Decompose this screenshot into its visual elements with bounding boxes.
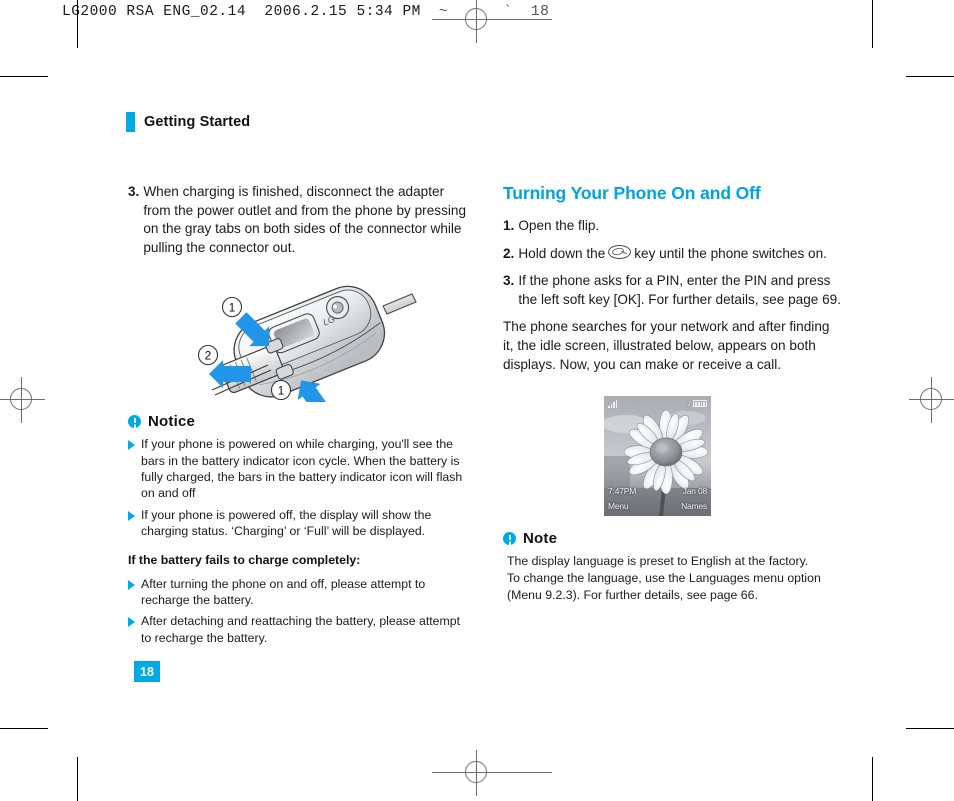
right-column: Turning Your Phone On and Off 1. Open th… — [503, 183, 843, 604]
battery-fail-bullet-list: After turning the phone on and off, plea… — [128, 576, 468, 646]
notice-bullet-text: If your phone is powered on while chargi… — [141, 437, 463, 501]
note-title-label: Note — [523, 530, 558, 548]
exclamation-icon — [128, 415, 141, 429]
power-step-2-number: 2. — [503, 245, 515, 261]
power-step-2-text-after: key until the phone switches on. — [634, 245, 827, 261]
triangle-bullet-icon — [128, 510, 135, 521]
idle-clock-row: 7:47PM Jan 08 — [604, 486, 711, 496]
page-number-badge: 18 — [134, 661, 160, 682]
illustration-callout-1: 1 — [229, 301, 236, 315]
crop-mark-top-right-horizontal — [906, 76, 954, 77]
exclamation-icon — [503, 532, 516, 546]
end-key-icon — [608, 244, 632, 259]
power-step-2: 2. Hold down the key until the phone swit… — [503, 244, 843, 264]
battery-fail-bullet-text: After detaching and reattaching the batt… — [141, 614, 461, 645]
charging-step-3-number: 3. — [128, 184, 140, 199]
section-heading: Turning Your Phone On and Off — [503, 183, 761, 203]
idle-time: 7:47PM — [608, 486, 637, 496]
illustration-callout-3: 1 — [278, 384, 285, 398]
crop-mark-top-right-vertical — [872, 0, 873, 48]
crop-mark-bottom-left-vertical — [77, 757, 78, 801]
idle-softkey-row: Menu Names — [604, 501, 711, 511]
triangle-bullet-icon — [128, 440, 135, 451]
note-line: To change the language, use the Language… — [507, 571, 821, 586]
registration-mark-top — [432, 0, 552, 43]
list-item: If your phone is powered on while chargi… — [128, 436, 468, 501]
status-right-icons: ♪ — [687, 399, 707, 408]
crop-mark-bottom-right-vertical — [872, 757, 873, 801]
charging-step-3-text: When charging is finished, disconnect th… — [143, 184, 467, 255]
music-note-icon: ♪ — [687, 399, 691, 408]
list-item: After detaching and reattaching the batt… — [128, 613, 468, 646]
notice-title-label: Notice — [148, 413, 196, 431]
power-step-2-text-before: Hold down the — [518, 245, 606, 261]
crop-mark-bottom-left-horizontal — [0, 728, 48, 729]
registration-mark-right — [909, 377, 954, 423]
list-item: If your phone is powered off, the displa… — [128, 507, 468, 540]
illustration-callout-2: 2 — [205, 349, 212, 363]
note-line: (Menu 9.2.3). For further details, see p… — [507, 588, 758, 603]
power-step-2-text: Hold down the key until the phone switche… — [518, 244, 843, 264]
left-column: 3. When charging is finished, disconnect… — [128, 183, 468, 651]
sunflower-wallpaper — [604, 396, 711, 516]
running-head-accent-bar — [126, 112, 135, 132]
power-step-1: 1. Open the flip. — [503, 217, 843, 236]
idle-screen-image: ♪ 7:47PM Jan 08 Menu Names — [604, 396, 711, 516]
battery-icon — [693, 400, 707, 407]
left-soft-key-label[interactable]: Menu — [608, 501, 629, 511]
idle-date: Jan 08 — [682, 486, 708, 496]
notice-bullet-list: If your phone is powered on while chargi… — [128, 436, 468, 539]
idle-status-bar: ♪ — [604, 396, 711, 410]
note-title: Note — [503, 530, 843, 547]
registration-mark-bottom — [432, 750, 552, 796]
power-step-1-text: Open the flip. — [518, 218, 600, 233]
power-step-1-number: 1. — [503, 218, 515, 233]
crop-mark-top-left-horizontal — [0, 76, 48, 77]
phone-charger-illustration: LG 1 2 1 — [175, 262, 425, 417]
right-soft-key-label[interactable]: Names — [681, 501, 707, 511]
triangle-bullet-icon — [128, 579, 135, 590]
power-step-3: 3. If the phone asks for a PIN, enter th… — [503, 272, 843, 309]
power-step-3-number: 3. — [503, 273, 515, 289]
note-line: The display language is preset to Englis… — [507, 554, 809, 569]
crop-mark-top-left-vertical — [77, 0, 78, 48]
charging-step-3: 3. When charging is finished, disconnect… — [128, 183, 468, 257]
crop-mark-bottom-right-horizontal — [906, 728, 954, 729]
battery-fail-bullet-text: After turning the phone on and off, plea… — [141, 576, 426, 607]
triangle-bullet-icon — [128, 617, 135, 628]
list-item: After turning the phone on and off, plea… — [128, 576, 468, 609]
notice-bullet-text: If your phone is powered off, the displa… — [141, 507, 432, 539]
note-body: The display language is preset to Englis… — [503, 553, 843, 604]
signal-strength-icon — [608, 399, 618, 408]
prepress-header-text: LG2000 RSA ENG_02.14 2006.2.15 5:34 PM — [62, 4, 421, 20]
registration-mark-left — [0, 377, 45, 423]
running-head: Getting Started — [126, 112, 250, 132]
notice-title: Notice — [128, 413, 468, 430]
battery-fail-title: If the battery fails to charge completel… — [128, 552, 361, 567]
running-head-label: Getting Started — [144, 114, 251, 130]
idle-screen-paragraph: The phone searches for your network and … — [503, 319, 830, 372]
power-step-3-text: If the phone asks for a PIN, enter the P… — [518, 273, 841, 307]
